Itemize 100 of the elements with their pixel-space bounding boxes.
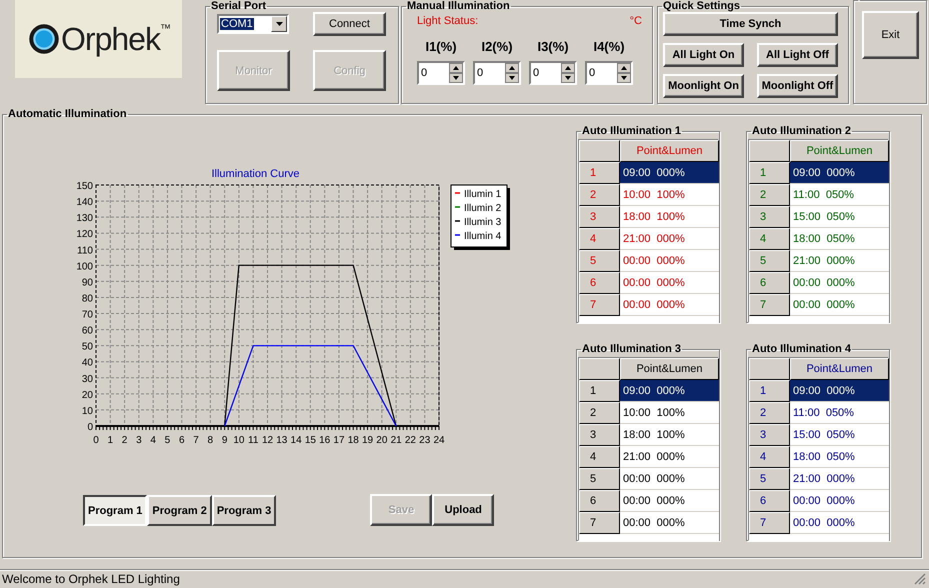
program-tab[interactable]: Program 3 [212, 495, 276, 526]
program-tab[interactable]: Program 2 [147, 495, 212, 526]
y-tick-label: 60 [82, 326, 93, 337]
y-tick-label: 100 [76, 261, 93, 272]
table-cell[interactable]: 09:00 000% [790, 162, 889, 184]
x-tick-label: 8 [208, 435, 214, 446]
table-cell[interactable]: 09:00 000% [620, 162, 719, 184]
number-spin-field[interactable]: 0 [585, 61, 633, 85]
quick-setting-button[interactable]: Time Synch [663, 12, 838, 36]
temperature-unit: °C [630, 15, 642, 27]
row-header[interactable]: 5 [579, 468, 620, 490]
port-dropdown[interactable]: COM1 [217, 14, 289, 34]
y-tick-label: 50 [82, 342, 93, 353]
x-tick-label: 20 [376, 435, 388, 446]
action-button[interactable]: Upload [432, 494, 494, 526]
row-header[interactable]: 2 [579, 402, 620, 424]
resize-grip-icon[interactable] [914, 573, 926, 585]
table-cell[interactable]: 09:00 000% [790, 380, 889, 402]
y-tick-label: 10 [82, 406, 93, 417]
row-header[interactable]: 1 [749, 380, 790, 402]
group-title: Auto Illumination 3 [581, 343, 682, 355]
chart-title: Illumination Curve [211, 168, 300, 180]
group-title: Auto Illumination 2 [751, 125, 852, 137]
quick-setting-button[interactable]: All Light On [663, 43, 744, 67]
logo-text: Orphek [61, 20, 160, 58]
column-header[interactable]: Point&Lumen [790, 358, 889, 380]
caret-icon[interactable] [276, 22, 282, 26]
x-tick-label: 10 [233, 435, 244, 446]
exit-button[interactable]: Exit [862, 11, 919, 59]
table-cell[interactable]: 09:00 000% [620, 380, 719, 402]
group-title: Automatic Illumination [7, 108, 128, 120]
row-header[interactable]: 3 [749, 424, 790, 446]
row-header[interactable]: 2 [749, 402, 790, 424]
x-tick-label: 15 [304, 435, 316, 446]
x-tick-label: 11 [248, 435, 258, 446]
x-tick-label: 9 [222, 435, 228, 446]
y-tick-label: 80 [82, 293, 93, 304]
row-header[interactable]: 4 [579, 446, 620, 468]
quick-setting-button[interactable]: All Light Off [757, 43, 838, 67]
number-spin-field[interactable]: 0 [473, 61, 521, 85]
row-header[interactable]: 2 [749, 184, 790, 206]
y-tick-label: 150 [76, 181, 93, 192]
row-header[interactable]: 6 [749, 272, 790, 294]
column-header[interactable]: Point&Lumen [790, 140, 889, 162]
y-tick-label: 130 [76, 213, 93, 224]
legend-label: Illumin 3 [464, 217, 502, 228]
row-header[interactable]: 3 [749, 206, 790, 228]
row-header[interactable]: 5 [749, 468, 790, 490]
row-header[interactable]: 4 [749, 228, 790, 250]
spinner-arrows-icon[interactable] [617, 63, 631, 83]
x-tick-label: 2 [122, 435, 128, 446]
number-spin-field[interactable]: 0 [417, 61, 465, 85]
chart-legend [450, 184, 510, 250]
y-tick-label: 90 [82, 277, 93, 288]
legend-label: Illumin 2 [464, 203, 502, 214]
y-tick-label: 40 [82, 358, 93, 369]
number-spin-field[interactable]: 0 [529, 61, 577, 85]
y-tick-label: 140 [76, 197, 93, 208]
legend-label: Illumin 1 [464, 189, 502, 200]
group-title: Auto Illumination 4 [751, 343, 852, 355]
spinner-arrows-icon[interactable] [449, 63, 463, 83]
row-header[interactable]: 5 [749, 250, 790, 272]
x-tick-label: 16 [319, 435, 330, 446]
x-tick-label: 21 [390, 435, 402, 446]
channel-label: I4(%) [592, 39, 626, 54]
row-header[interactable]: 1 [749, 162, 790, 184]
column-header[interactable]: Point&Lumen [620, 358, 719, 380]
quick-setting-button[interactable]: Moonlight Off [757, 74, 838, 98]
light-status-label: Light Status: [417, 15, 478, 27]
x-tick-label: 0 [93, 435, 99, 446]
x-tick-label: 18 [348, 435, 359, 446]
row-header[interactable]: 6 [749, 490, 790, 512]
row-header[interactable]: 7 [749, 512, 790, 534]
channel-label: I2(%) [480, 39, 514, 54]
x-tick-label: 22 [404, 435, 416, 446]
y-tick-label: 20 [82, 390, 93, 401]
y-tick-label: 0 [87, 422, 93, 433]
spinner-arrows-icon[interactable] [505, 63, 519, 83]
y-tick-label: 70 [82, 310, 93, 321]
group-title: Serial Port [210, 0, 268, 12]
spinner-arrows-icon[interactable] [561, 63, 575, 83]
row-header[interactable]: 6 [579, 490, 620, 512]
y-tick-label: 120 [76, 229, 93, 240]
program-tab[interactable]: Program 1 [83, 495, 148, 526]
row-header[interactable]: 7 [749, 294, 790, 316]
row-header[interactable]: 7 [579, 512, 620, 534]
channel-label: I1(%) [424, 39, 458, 54]
serial-button[interactable]: Connect [313, 12, 386, 36]
x-tick-label: 19 [362, 435, 374, 446]
x-tick-label: 7 [193, 435, 199, 446]
x-tick-label: 12 [262, 435, 274, 446]
quick-setting-button[interactable]: Moonlight On [663, 74, 744, 98]
x-tick-label: 6 [178, 435, 185, 446]
x-tick-label: 23 [419, 435, 430, 446]
row-header[interactable]: 1 [579, 380, 620, 402]
row-header[interactable]: 3 [579, 424, 620, 446]
row-header[interactable]: 4 [749, 446, 790, 468]
status-text: Welcome to Orphek LED Lighting [1, 572, 181, 586]
x-tick-label: 3 [136, 435, 142, 446]
x-tick-label: 13 [276, 435, 288, 446]
